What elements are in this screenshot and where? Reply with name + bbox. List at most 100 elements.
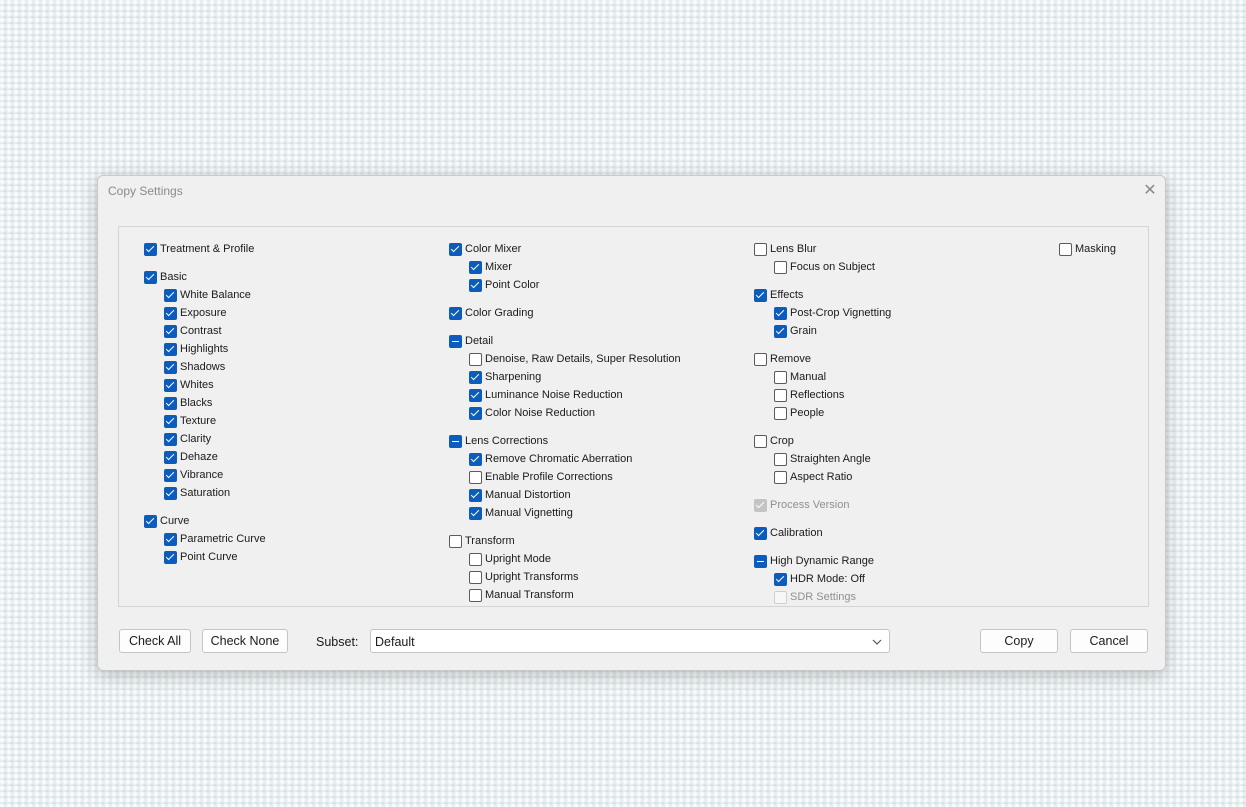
checkbox[interactable] — [469, 470, 482, 484]
checkbox[interactable] — [164, 550, 177, 564]
checkbox[interactable] — [469, 588, 482, 602]
checkbox[interactable] — [164, 396, 177, 410]
setting-transform[interactable]: Transform — [449, 532, 681, 550]
checkbox[interactable] — [164, 324, 177, 338]
setting-remove[interactable]: Remove — [754, 350, 891, 368]
checkbox[interactable] — [164, 342, 177, 356]
setting-basic[interactable]: Basic — [144, 268, 266, 286]
checkbox[interactable] — [469, 552, 482, 566]
checkbox[interactable] — [164, 432, 177, 446]
checkbox[interactable] — [144, 514, 157, 528]
setting-clarity[interactable]: Clarity — [144, 430, 266, 448]
checkbox[interactable] — [469, 370, 482, 384]
setting-effects[interactable]: Effects — [754, 286, 891, 304]
checkbox[interactable] — [774, 324, 787, 338]
checkbox[interactable] — [469, 570, 482, 584]
checkbox[interactable] — [1059, 242, 1072, 256]
checkbox[interactable] — [449, 334, 462, 348]
setting-aspect-ratio[interactable]: Aspect Ratio — [754, 468, 891, 486]
checkbox[interactable] — [164, 468, 177, 482]
checkbox[interactable] — [469, 452, 482, 466]
checkbox[interactable] — [469, 260, 482, 274]
setting-blacks[interactable]: Blacks — [144, 394, 266, 412]
setting-exposure[interactable]: Exposure — [144, 304, 266, 322]
checkbox[interactable] — [774, 572, 787, 586]
setting-crop[interactable]: Crop — [754, 432, 891, 450]
setting-straighten-angle[interactable]: Straighten Angle — [754, 450, 891, 468]
checkbox[interactable] — [469, 506, 482, 520]
setting-color-noise-reduction[interactable]: Color Noise Reduction — [449, 404, 681, 422]
setting-treatment-and-profile[interactable]: Treatment & Profile — [144, 240, 266, 258]
setting-calibration[interactable]: Calibration — [754, 524, 891, 542]
checkbox[interactable] — [774, 470, 787, 484]
checkbox[interactable] — [449, 434, 462, 448]
checkbox[interactable] — [754, 554, 767, 568]
checkbox[interactable] — [449, 306, 462, 320]
checkbox[interactable] — [774, 306, 787, 320]
checkbox[interactable] — [469, 388, 482, 402]
checkbox[interactable] — [164, 306, 177, 320]
checkbox[interactable] — [774, 370, 787, 384]
setting-post-crop-vignetting[interactable]: Post-Crop Vignetting — [754, 304, 891, 322]
setting-dehaze[interactable]: Dehaze — [144, 448, 266, 466]
setting-upright-transforms[interactable]: Upright Transforms — [449, 568, 681, 586]
checkbox[interactable] — [754, 434, 767, 448]
setting-whites[interactable]: Whites — [144, 376, 266, 394]
setting-masking[interactable]: Masking — [1059, 240, 1116, 258]
checkbox[interactable] — [754, 242, 767, 256]
checkbox[interactable] — [164, 288, 177, 302]
setting-vibrance[interactable]: Vibrance — [144, 466, 266, 484]
setting-contrast[interactable]: Contrast — [144, 322, 266, 340]
setting-enable-profile-corrections[interactable]: Enable Profile Corrections — [449, 468, 681, 486]
checkbox[interactable] — [144, 270, 157, 284]
checkbox[interactable] — [164, 360, 177, 374]
check-all-button[interactable]: Check All — [119, 629, 191, 653]
setting-people[interactable]: People — [754, 404, 891, 422]
checkbox[interactable] — [469, 406, 482, 420]
checkbox[interactable] — [754, 352, 767, 366]
checkbox[interactable] — [774, 388, 787, 402]
setting-focus-on-subject[interactable]: Focus on Subject — [754, 258, 891, 276]
setting-luminance-noise-reduction[interactable]: Luminance Noise Reduction — [449, 386, 681, 404]
cancel-button[interactable]: Cancel — [1070, 629, 1148, 653]
setting-high-dynamic-range[interactable]: High Dynamic Range — [754, 552, 891, 570]
setting-grain[interactable]: Grain — [754, 322, 891, 340]
checkbox[interactable] — [449, 242, 462, 256]
setting-upright-mode[interactable]: Upright Mode — [449, 550, 681, 568]
setting-point-color[interactable]: Point Color — [449, 276, 681, 294]
setting-shadows[interactable]: Shadows — [144, 358, 266, 376]
setting-manual[interactable]: Manual — [754, 368, 891, 386]
checkbox[interactable] — [164, 532, 177, 546]
setting-detail[interactable]: Detail — [449, 332, 681, 350]
copy-button[interactable]: Copy — [980, 629, 1058, 653]
checkbox[interactable] — [164, 378, 177, 392]
close-icon[interactable]: ✕ — [1139, 180, 1161, 202]
setting-mixer[interactable]: Mixer — [449, 258, 681, 276]
setting-manual-transform[interactable]: Manual Transform — [449, 586, 681, 604]
checkbox[interactable] — [144, 242, 157, 256]
setting-color-mixer[interactable]: Color Mixer — [449, 240, 681, 258]
checkbox[interactable] — [774, 406, 787, 420]
checkbox[interactable] — [469, 278, 482, 292]
checkbox[interactable] — [774, 260, 787, 274]
setting-manual-vignetting[interactable]: Manual Vignetting — [449, 504, 681, 522]
setting-curve[interactable]: Curve — [144, 512, 266, 530]
setting-white-balance[interactable]: White Balance — [144, 286, 266, 304]
setting-texture[interactable]: Texture — [144, 412, 266, 430]
checkbox[interactable] — [449, 534, 462, 548]
setting-manual-distortion[interactable]: Manual Distortion — [449, 486, 681, 504]
setting-reflections[interactable]: Reflections — [754, 386, 891, 404]
checkbox[interactable] — [164, 486, 177, 500]
setting-sharpening[interactable]: Sharpening — [449, 368, 681, 386]
setting-point-curve[interactable]: Point Curve — [144, 548, 266, 566]
checkbox[interactable] — [754, 288, 767, 302]
setting-saturation[interactable]: Saturation — [144, 484, 266, 502]
checkbox[interactable] — [469, 488, 482, 502]
setting-highlights[interactable]: Highlights — [144, 340, 266, 358]
setting-parametric-curve[interactable]: Parametric Curve — [144, 530, 266, 548]
checkbox[interactable] — [469, 352, 482, 366]
checkbox[interactable] — [754, 526, 767, 540]
setting-hdr-mode-off[interactable]: HDR Mode: Off — [754, 570, 891, 588]
setting-remove-chromatic-aberration[interactable]: Remove Chromatic Aberration — [449, 450, 681, 468]
setting-denoise-raw-details-super-resolution[interactable]: Denoise, Raw Details, Super Resolution — [449, 350, 681, 368]
